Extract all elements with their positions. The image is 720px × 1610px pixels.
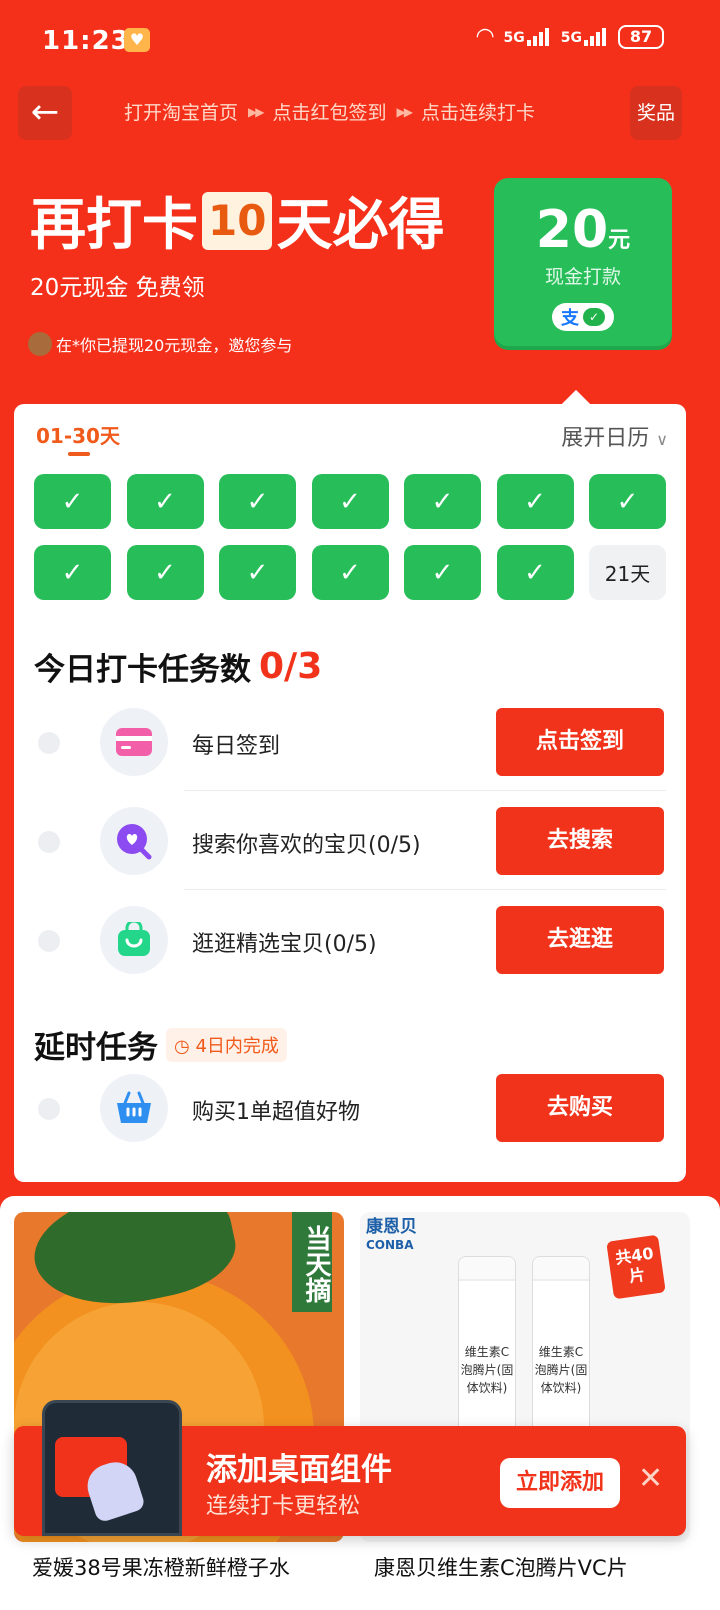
task-status-radio — [38, 732, 60, 754]
task-purchase: 购买1单超值好物 去购买 — [34, 1074, 666, 1144]
chevron-down-icon: ∨ — [656, 430, 668, 449]
hero-title-pre: 再打卡 — [30, 193, 198, 258]
status-bar: 11:23 ♥ ◠ 5G 5G 87 — [0, 0, 720, 80]
day-checked-cell: ✓ — [34, 545, 111, 600]
today-tasks-label: 今日打卡任务数 — [34, 652, 251, 688]
task-status-radio — [38, 831, 60, 853]
alipay-icon: 支 — [561, 308, 579, 329]
cash-amount-unit: 元 — [608, 228, 631, 253]
tab-underline — [68, 452, 90, 456]
add-widget-banner: 添加桌面组件 连续打卡更轻松 立即添加 ✕ — [14, 1400, 686, 1536]
day-checked-cell: ✓ — [496, 545, 574, 600]
hero-title-days: 10 — [202, 191, 273, 250]
hero-title: 再打卡 10 天必得 — [30, 180, 444, 261]
checkin-button[interactable]: 点击签到 — [496, 708, 664, 776]
battery-indicator: 87 — [618, 24, 664, 49]
wifi-icon: ◠ — [476, 24, 494, 49]
back-arrow-icon: ← — [30, 92, 60, 132]
brand-logo: 康恩贝 CONBA — [366, 1218, 417, 1254]
purchase-button[interactable]: 去购买 — [496, 1074, 664, 1142]
cash-reward-card[interactable]: 20元 现金打款 支 ✓ — [494, 178, 672, 346]
day-checked-cell: ✓ — [311, 545, 389, 600]
task-name: 逛逛精选宝贝(0/5) — [192, 932, 377, 957]
payment-methods: 支 ✓ — [552, 303, 614, 331]
product-title[interactable]: 康恩贝维生素C泡腾片VC片 — [374, 1552, 704, 1582]
task-name: 购买1单超值好物 — [192, 1100, 360, 1125]
avatar — [28, 332, 52, 356]
cash-amount-value: 20 — [535, 200, 609, 260]
ticker-text: 在*你已提现20元现金，邀您参与 — [56, 336, 293, 355]
back-button[interactable]: ← — [18, 86, 72, 140]
shopping-bag-icon — [100, 906, 168, 974]
step-arrow-icon: ▶▶ — [248, 104, 265, 119]
brand-name: 康恩贝 — [366, 1217, 417, 1237]
step-3: 点击连续打卡 — [420, 102, 535, 124]
day-checked-cell: ✓ — [219, 545, 296, 600]
day-checked-cell: ✓ — [311, 474, 389, 529]
search-button[interactable]: 去搜索 — [496, 807, 664, 875]
brand-name-en: CONBA — [366, 1238, 414, 1252]
add-widget-button[interactable]: 立即添加 — [500, 1458, 620, 1508]
calendar-days: ✓ ✓ ✓ ✓ ✓ ✓ ✓ ✓ ✓ ✓ ✓ ✓ ✓ 21天 — [34, 474, 666, 600]
day-pending-cell: 21天 — [589, 545, 666, 600]
today-tasks-title: 今日打卡任务数 0/3 — [34, 644, 322, 689]
browse-button[interactable]: 去逛逛 — [496, 906, 664, 974]
banner-subtitle: 连续打卡更轻松 — [206, 1494, 361, 1519]
quantity-burst-badge: 共40片 — [606, 1234, 666, 1300]
divider — [184, 889, 666, 890]
day-checked-cell: ✓ — [404, 474, 481, 529]
heart-notification-icon: ♥ — [124, 28, 150, 52]
step-arrow-icon: ▶▶ — [396, 104, 414, 119]
basket-icon — [100, 1074, 168, 1142]
phone-widget-illustration — [42, 1400, 182, 1536]
deadline-text: 4日内完成 — [195, 1035, 279, 1057]
task-browse: 逛逛精选宝贝(0/5) 去逛逛 — [34, 906, 666, 976]
cash-label: 现金打款 — [544, 266, 621, 288]
winner-ticker: 在*你已提现20元现金，邀您参与 — [28, 332, 292, 356]
prize-button[interactable]: 奖品 — [630, 86, 682, 140]
step-guide: 打开淘宝首页 ▶▶ 点击红包签到 ▶▶ 点击连续打卡 — [124, 98, 535, 125]
product-title[interactable]: 爱媛38号果冻橙新鲜橙子水 — [32, 1552, 362, 1582]
network-type-2: 5G — [560, 29, 582, 46]
card-icon — [100, 708, 168, 776]
signal-1-icon: 5G — [503, 27, 551, 46]
checkin-card: 01-30天 展开日历 ∨ ✓ ✓ ✓ ✓ ✓ ✓ ✓ ✓ ✓ ✓ ✓ ✓ ✓ 21天 今日打卡任务数 0… — [14, 404, 686, 1182]
task-count: 0/3 — [259, 646, 323, 687]
deadline-tag: ◷ 4日内完成 — [166, 1027, 287, 1062]
status-time: 11:23 — [42, 26, 130, 56]
task-status-radio — [38, 930, 60, 952]
day-checked-cell: ✓ — [219, 474, 296, 529]
delayed-tasks-label: 延时任务 — [34, 1030, 158, 1066]
day-checked-cell: ✓ — [126, 545, 204, 600]
step-1: 打开淘宝首页 — [124, 102, 239, 124]
wechat-pay-icon: ✓ — [583, 308, 605, 326]
search-heart-icon — [100, 807, 168, 875]
hero-title-post: 天必得 — [276, 193, 445, 258]
task-search: 搜索你喜欢的宝贝(0/5) 去搜索 — [34, 807, 666, 877]
day-checked-cell: ✓ — [589, 474, 666, 529]
close-icon[interactable]: ✕ — [638, 1464, 663, 1494]
task-status-radio — [38, 1098, 60, 1120]
signal-2-icon: 5G — [560, 27, 608, 46]
cash-amount: 20元 — [494, 200, 672, 260]
divider — [184, 790, 666, 791]
day-checked-cell: ✓ — [34, 474, 111, 529]
expand-calendar-label: 展开日历 — [561, 426, 650, 451]
day-checked-cell: ✓ — [496, 474, 574, 529]
task-name: 搜索你喜欢的宝贝(0/5) — [192, 833, 421, 858]
delayed-tasks-title: 延时任务 ◷ 4日内完成 — [34, 1022, 287, 1067]
clock-icon: ◷ — [174, 1035, 190, 1057]
banner-title: 添加桌面组件 — [206, 1452, 392, 1488]
network-type-1: 5G — [503, 29, 525, 46]
task-daily-checkin: 每日签到 点击签到 — [34, 708, 666, 778]
task-name: 每日签到 — [192, 734, 281, 759]
day-checked-cell: ✓ — [404, 545, 481, 600]
fresh-badge: 当天摘 — [292, 1212, 332, 1312]
day-checked-cell: ✓ — [126, 474, 204, 529]
hero-subtitle: 20元现金 免费领 — [30, 275, 205, 301]
day-range-tab[interactable]: 01-30天 — [36, 420, 120, 449]
expand-calendar-button[interactable]: 展开日历 ∨ — [561, 420, 668, 452]
step-2: 点击红包签到 — [272, 102, 387, 124]
